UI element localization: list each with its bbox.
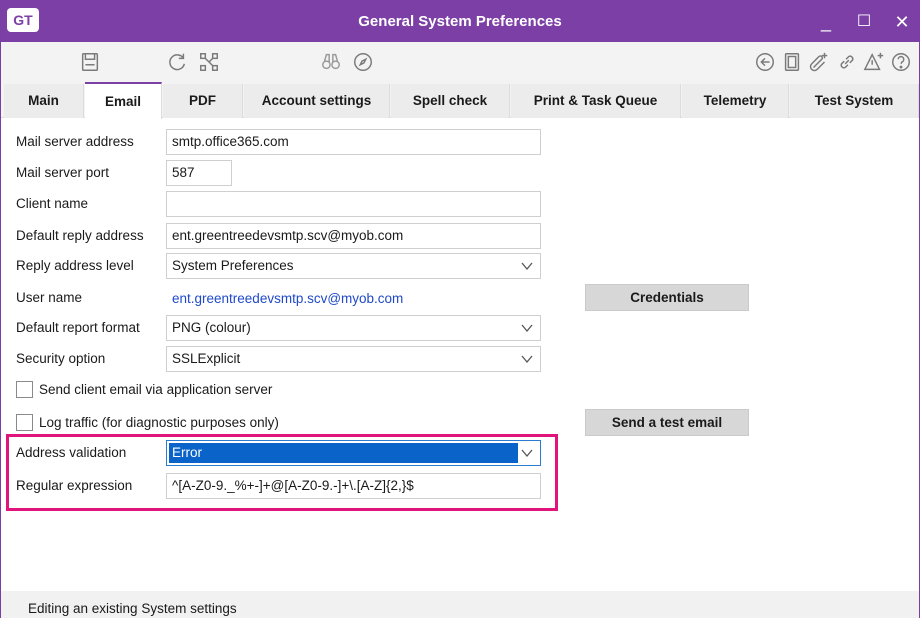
send-test-email-button[interactable]: Send a test email: [585, 409, 749, 436]
window-title: General System Preferences: [358, 13, 562, 30]
address-validation-select[interactable]: Error: [166, 440, 541, 466]
link-icon[interactable]: [835, 50, 859, 74]
status-bar: Editing an existing System settings: [1, 591, 919, 618]
document-icon[interactable]: [780, 50, 804, 74]
regular-expression-input[interactable]: ^[A-Z0-9._%+-]+@[A-Z0-9.-]+\.[A-Z]{2,}$: [166, 473, 541, 499]
preferences-window: GT General System Preferences _ ☐ ✕ Main…: [0, 0, 920, 618]
default-report-format-value: PNG (colour): [172, 320, 251, 335]
back-circle-icon[interactable]: [753, 50, 777, 74]
client-name-label: Client name: [16, 196, 89, 211]
chevron-down-icon: [521, 355, 533, 364]
user-name-value[interactable]: ent.greentreedevsmtp.scv@myob.com: [166, 286, 541, 312]
tab-main[interactable]: Main: [4, 84, 84, 118]
send-via-app-server-checkbox[interactable]: [16, 381, 33, 398]
tab-spell-check[interactable]: Spell check: [391, 84, 510, 118]
binoculars-icon[interactable]: [319, 50, 343, 74]
address-validation-label: Address validation: [16, 445, 127, 460]
security-option-select[interactable]: SSLExplicit: [166, 346, 541, 372]
tab-bar: Main Email PDF Account settings Spell ch…: [1, 82, 919, 119]
tab-account-settings[interactable]: Account settings: [244, 84, 390, 118]
maximize-button[interactable]: ☐: [851, 9, 877, 35]
tab-pdf[interactable]: PDF: [163, 84, 243, 118]
compass-icon[interactable]: [351, 50, 375, 74]
user-name-label: User name: [16, 290, 83, 305]
mail-server-port-label: Mail server port: [16, 165, 110, 180]
client-name-input[interactable]: [166, 191, 541, 217]
title-bar[interactable]: GT General System Preferences _ ☐ ✕: [1, 1, 919, 42]
chevron-down-icon: [521, 262, 533, 271]
chevron-down-icon: [521, 324, 533, 333]
tab-email[interactable]: Email: [85, 82, 162, 119]
default-report-format-label: Default report format: [16, 320, 140, 335]
network-icon[interactable]: [197, 50, 221, 74]
regular-expression-label: Regular expression: [16, 478, 133, 493]
tab-print-task-queue[interactable]: Print & Task Queue: [511, 84, 681, 118]
send-via-app-server-label: Send client email via application server: [39, 382, 273, 397]
log-traffic-label: Log traffic (for diagnostic purposes onl…: [39, 415, 279, 430]
close-button[interactable]: ✕: [889, 9, 915, 35]
chevron-down-icon: [521, 449, 533, 458]
alert-add-icon[interactable]: [862, 50, 886, 74]
security-option-label: Security option: [16, 351, 106, 366]
default-report-format-select[interactable]: PNG (colour): [166, 315, 541, 341]
credentials-button[interactable]: Credentials: [585, 284, 749, 311]
security-option-value: SSLExplicit: [172, 351, 241, 366]
tab-telemetry[interactable]: Telemetry: [682, 84, 789, 118]
address-validation-value: Error: [169, 443, 518, 463]
toolbar: [1, 42, 919, 82]
default-reply-address-input[interactable]: ent.greentreedevsmtp.scv@myob.com: [166, 223, 541, 249]
status-text: Editing an existing System settings: [28, 601, 237, 616]
default-reply-address-label: Default reply address: [16, 228, 144, 243]
minimize-button[interactable]: _: [813, 9, 839, 35]
log-traffic-checkbox[interactable]: [16, 414, 33, 431]
attach-add-icon[interactable]: [807, 50, 831, 74]
save-icon[interactable]: [78, 50, 102, 74]
reply-address-level-label: Reply address level: [16, 258, 134, 273]
mail-server-address-label: Mail server address: [16, 134, 134, 149]
help-icon[interactable]: [889, 50, 913, 74]
mail-server-address-input[interactable]: smtp.office365.com: [166, 129, 541, 155]
reply-address-level-value: System Preferences: [172, 258, 294, 273]
reply-address-level-select[interactable]: System Preferences: [166, 253, 541, 279]
refresh-icon[interactable]: [165, 50, 189, 74]
tab-test-system[interactable]: Test System: [790, 84, 919, 118]
mail-server-port-input[interactable]: 587: [166, 160, 232, 186]
